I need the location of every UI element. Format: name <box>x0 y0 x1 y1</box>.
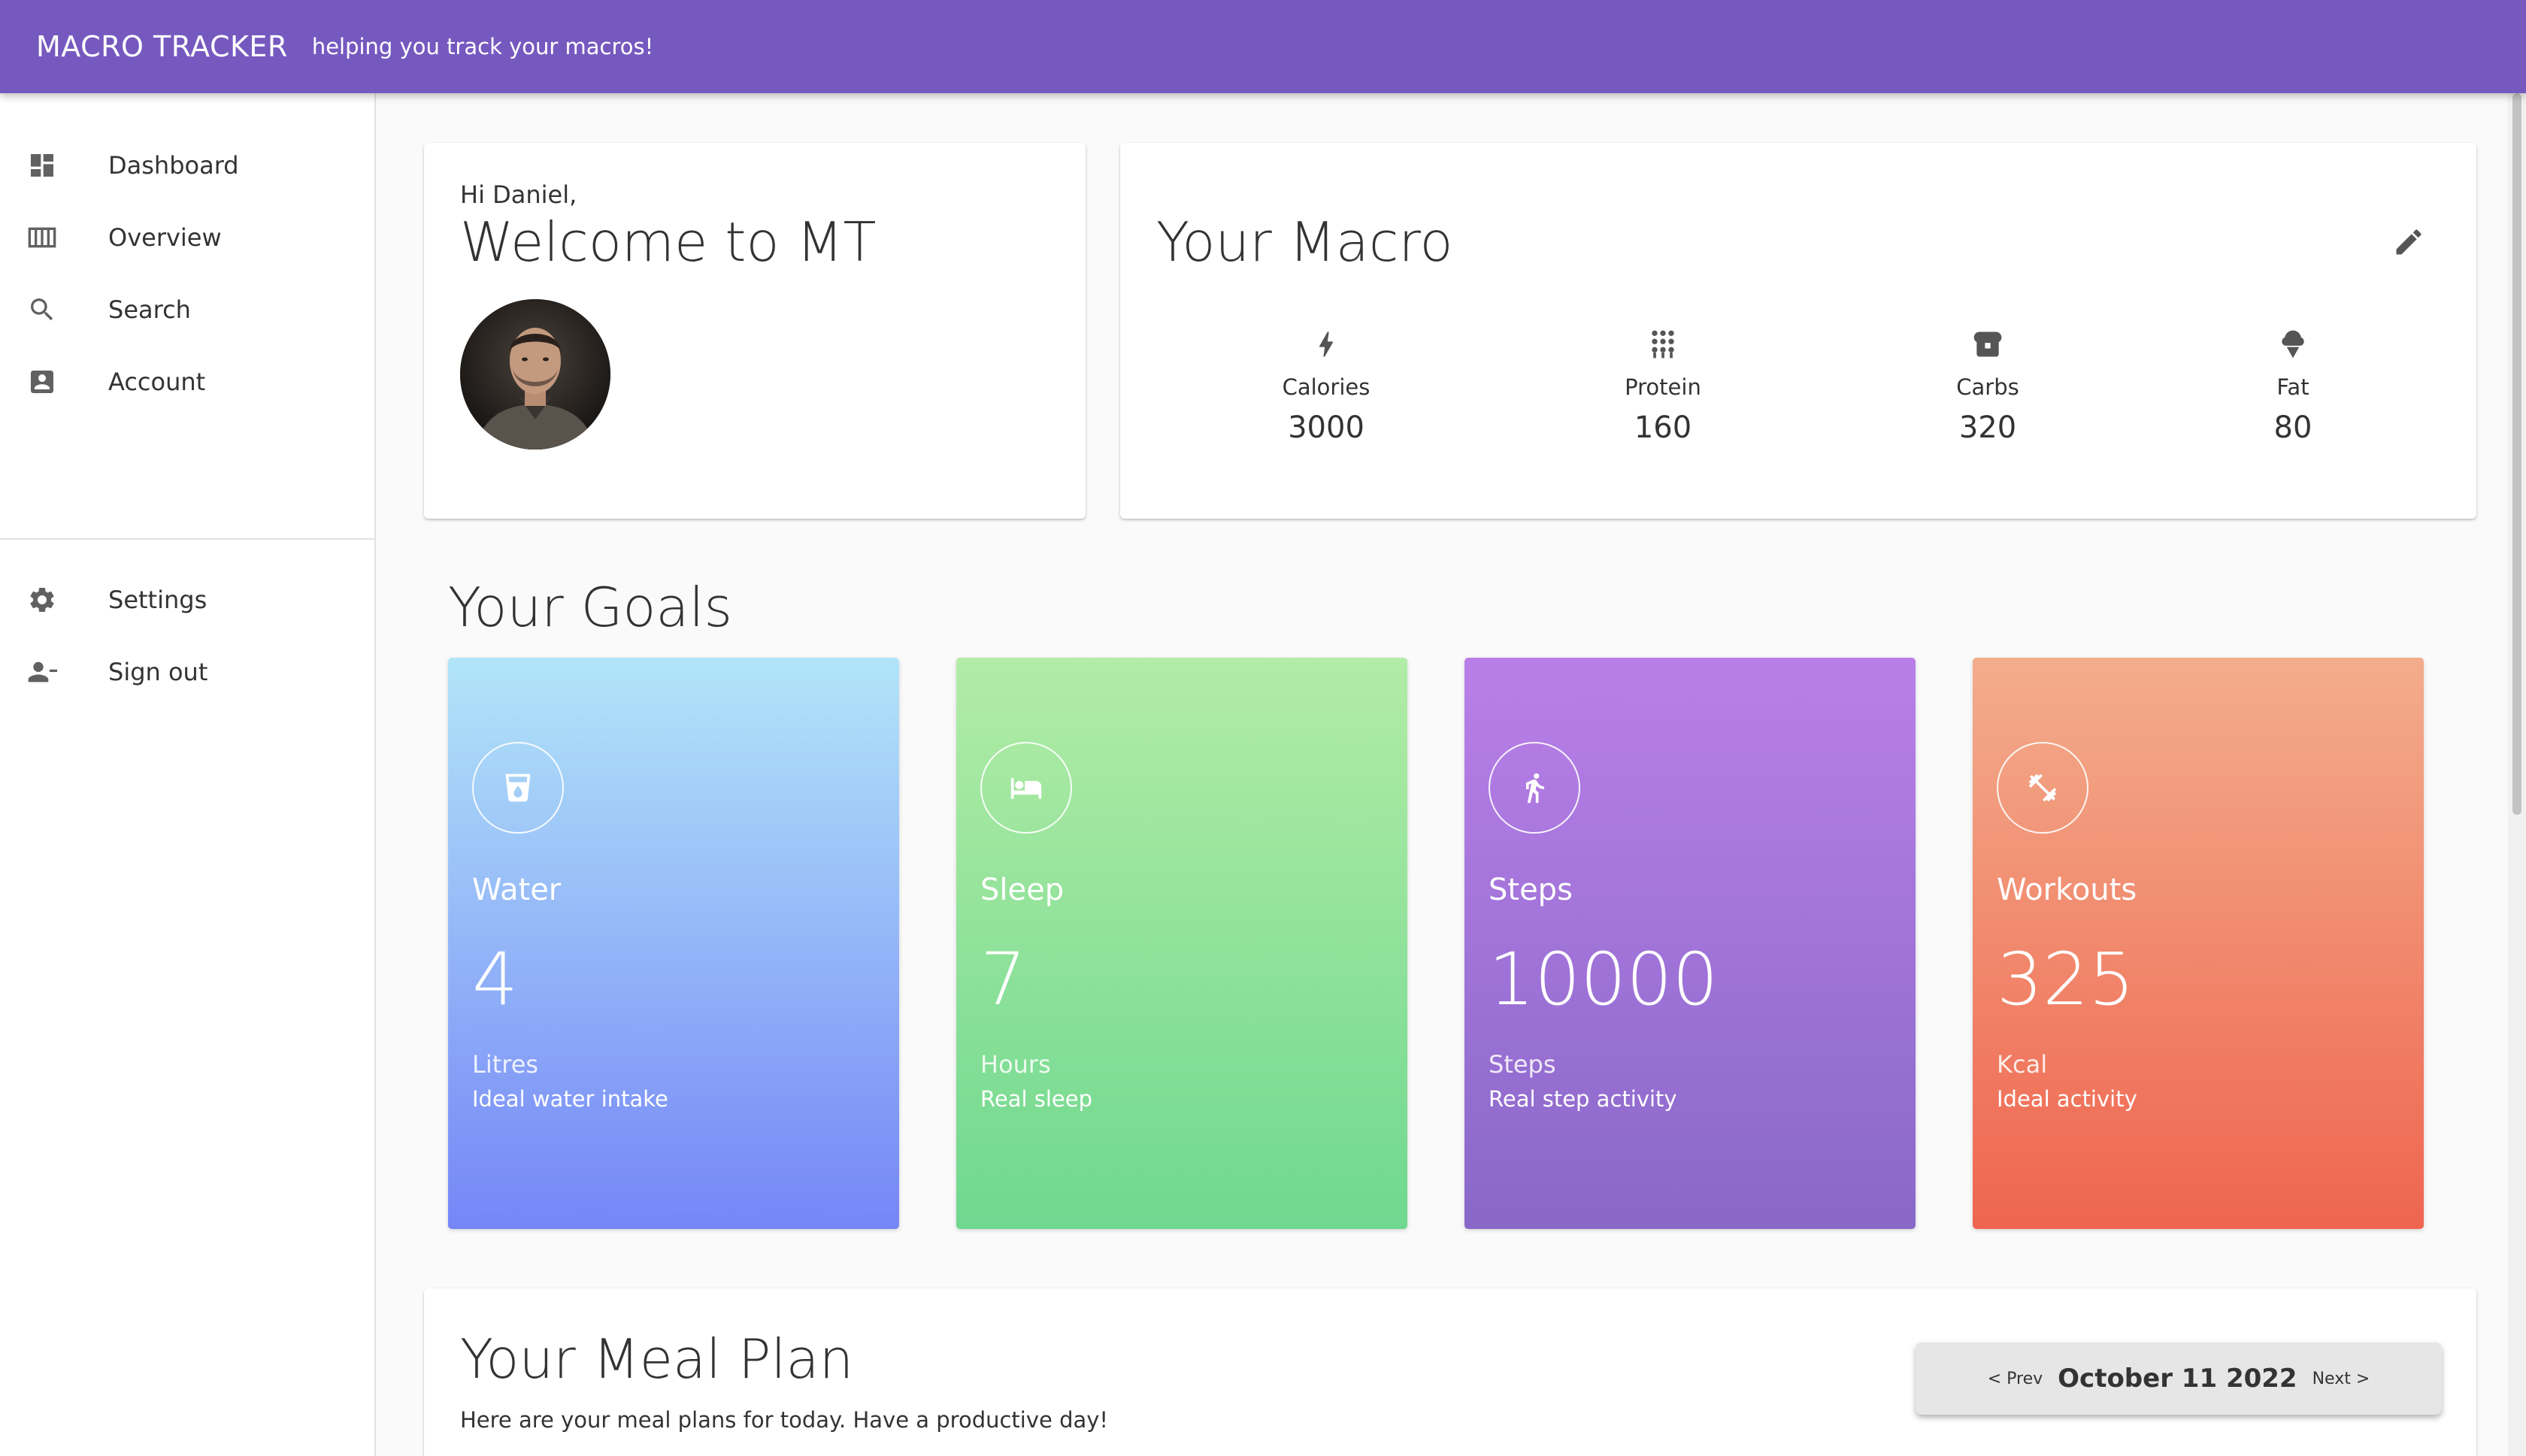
current-date: October 11 2022 <box>2058 1364 2297 1394</box>
pencil-icon <box>2392 226 2425 262</box>
ice-cream-icon <box>2203 322 2383 367</box>
view-columns-icon <box>24 219 60 256</box>
sidebar-item-label: Account <box>108 368 206 396</box>
macro-value: 80 <box>2273 410 2312 445</box>
goal-unit: Steps <box>1489 1050 1556 1079</box>
dumbbell-icon <box>1997 742 2088 834</box>
goal-name: Sleep <box>980 873 1065 907</box>
macro-carbs: Carbs 320 <box>1898 322 2078 445</box>
goal-description: Real sleep <box>980 1086 1092 1112</box>
meal-plan-title: Your Meal Plan <box>460 1327 854 1391</box>
sidebar-item-search[interactable]: Search <box>0 274 374 346</box>
sidebar-item-label: Dashboard <box>108 151 239 180</box>
prev-day-button[interactable]: < Prev <box>1988 1370 2043 1388</box>
goal-card-sleep[interactable]: Sleep 7 Hours Real sleep <box>956 658 1407 1229</box>
goal-name: Water <box>472 873 562 907</box>
goals-title: Your Goals <box>448 576 733 639</box>
sidebar-item-account[interactable]: Account <box>0 346 374 418</box>
bed-icon <box>980 742 1072 834</box>
macro-value: 160 <box>1634 410 1692 445</box>
goal-card-workouts[interactable]: Workouts 325 Kcal Ideal activity <box>1973 658 2424 1229</box>
welcome-card: Hi Daniel, Welcome to MT <box>424 143 1086 519</box>
goal-value: 325 <box>1997 937 2135 1022</box>
app-bar: MACRO TRACKER helping you track your mac… <box>0 0 2526 93</box>
page-scrollbar[interactable] <box>2508 93 2526 1456</box>
goal-unit: Litres <box>472 1050 539 1079</box>
scrollbar-thumb[interactable] <box>2512 93 2521 815</box>
macro-label: Carbs <box>1956 374 2019 400</box>
sidebar-item-dashboard[interactable]: Dashboard <box>0 129 374 201</box>
next-day-button[interactable]: Next > <box>2312 1370 2370 1388</box>
sidebar-item-label: Search <box>108 295 191 324</box>
grain-icon <box>1573 322 1753 367</box>
goal-card-water[interactable]: Water 4 Litres Ideal water intake <box>448 658 899 1229</box>
dashboard-icon <box>24 147 60 183</box>
search-icon <box>24 292 60 328</box>
meal-plan-subtitle: Here are your meal plans for today. Have… <box>460 1407 1109 1433</box>
sidebar-item-label: Overview <box>108 223 222 252</box>
gear-icon <box>24 582 60 618</box>
bread-icon <box>1898 322 2078 367</box>
app-title[interactable]: MACRO TRACKER <box>36 30 288 63</box>
cup-icon <box>472 742 564 834</box>
welcome-title: Welcome to MT <box>460 210 877 274</box>
sidebar-divider <box>0 538 374 540</box>
goal-description: Real step activity <box>1489 1086 1677 1112</box>
macro-title: Your Macro <box>1156 210 1453 274</box>
macro-label: Protein <box>1625 374 1701 400</box>
app-tagline: helping you track your macros! <box>311 34 654 59</box>
sidebar-item-settings[interactable]: Settings <box>0 564 374 636</box>
bolt-icon <box>1236 322 1416 367</box>
sidebar-item-sign-out[interactable]: Sign out <box>0 636 374 708</box>
meal-plan-card: Your Meal Plan Here are your meal plans … <box>424 1288 2476 1456</box>
goal-description: Ideal activity <box>1997 1086 2137 1112</box>
avatar[interactable] <box>460 299 610 450</box>
goal-name: Steps <box>1489 873 1573 907</box>
goal-value: 10000 <box>1489 937 1719 1022</box>
greeting-text: Hi Daniel, <box>460 180 577 209</box>
walking-icon <box>1489 742 1580 834</box>
sidebar-item-label: Settings <box>108 586 207 614</box>
goal-value: 7 <box>980 937 1027 1022</box>
date-picker: < Prev October 11 2022 Next > <box>1916 1342 2442 1415</box>
macro-value: 3000 <box>1288 410 1364 445</box>
macro-label: Calories <box>1282 374 1371 400</box>
account-box-icon <box>24 364 60 400</box>
goal-description: Ideal water intake <box>472 1086 668 1112</box>
sidebar: Dashboard Overview Search Account Settin… <box>0 93 376 1456</box>
goal-unit: Hours <box>980 1050 1051 1079</box>
goal-card-steps[interactable]: Steps 10000 Steps Real step activity <box>1464 658 1916 1229</box>
macro-value: 320 <box>1958 410 2017 445</box>
macro-protein: Protein 160 <box>1573 322 1753 445</box>
goal-name: Workouts <box>1997 873 2137 907</box>
goal-value: 4 <box>472 937 519 1022</box>
macro-card: Your Macro Calories 3000 Protein 160 Car… <box>1120 143 2476 519</box>
sidebar-item-label: Sign out <box>108 658 208 686</box>
edit-macro-button[interactable] <box>2388 222 2430 265</box>
macro-fat: Fat 80 <box>2203 322 2383 445</box>
goal-unit: Kcal <box>1997 1050 2048 1079</box>
macro-calories: Calories 3000 <box>1236 322 1416 445</box>
macro-label: Fat <box>2276 374 2309 400</box>
sidebar-item-overview[interactable]: Overview <box>0 201 374 274</box>
person-remove-icon <box>24 654 60 690</box>
